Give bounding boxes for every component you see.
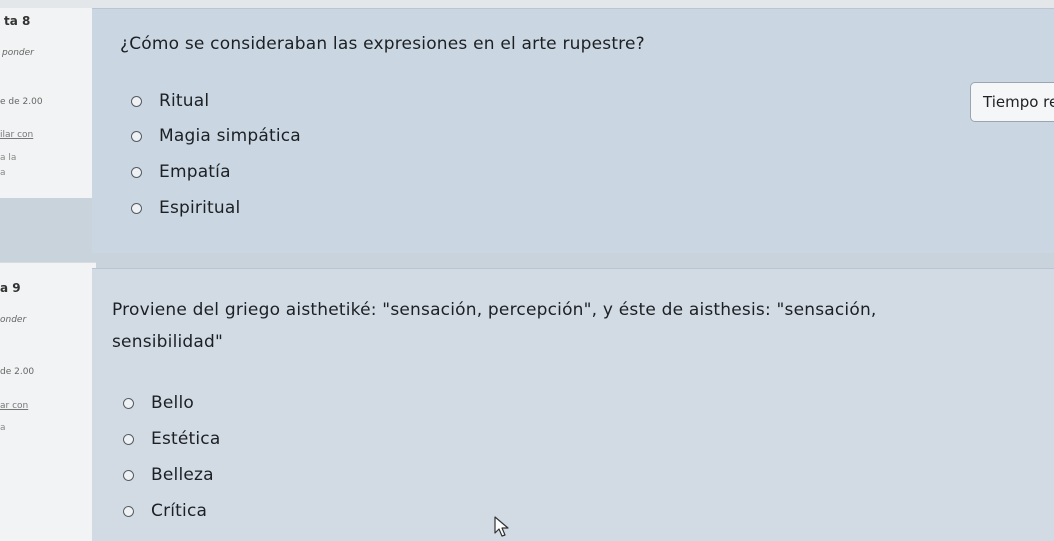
- mouse-pointer-icon: [494, 516, 509, 537]
- answer-option[interactable]: Ritual: [131, 89, 209, 113]
- question-info-text: a: [0, 168, 6, 178]
- question-9-info-panel: a 9 onder de 2.00 ar con a: [0, 262, 96, 541]
- question-status: onder: [0, 315, 27, 325]
- radio-unchecked-icon[interactable]: [123, 469, 134, 481]
- time-remaining-badge: Tiempo re: [970, 82, 1054, 122]
- answer-option[interactable]: Empatía: [131, 160, 231, 184]
- answer-option-label: Ritual: [159, 91, 210, 111]
- answer-option-label: Empatía: [159, 162, 231, 182]
- question-points: e de 2.00: [0, 97, 43, 107]
- answer-option-label: Belleza: [151, 465, 214, 485]
- flag-question-link[interactable]: ilar con: [0, 130, 33, 140]
- question-text-line-2: sensibilidad": [112, 332, 224, 352]
- answer-option-label: Bello: [151, 393, 194, 413]
- question-info-text: a: [0, 423, 6, 433]
- answer-option-label: Estética: [151, 429, 221, 449]
- answer-option[interactable]: Bello: [123, 391, 194, 415]
- question-text-line-1: Proviene del griego aisthetiké: "sensaci…: [112, 300, 877, 320]
- radio-unchecked-icon[interactable]: [123, 505, 134, 517]
- radio-unchecked-icon[interactable]: [131, 95, 142, 107]
- answer-option-label: Magia simpática: [159, 126, 301, 146]
- question-8-info-panel: ta 8 ponder e de 2.00 ilar con a la a: [0, 8, 96, 198]
- question-number: ta 8: [4, 14, 31, 28]
- answer-option[interactable]: Magia simpática: [131, 124, 301, 148]
- question-points: de 2.00: [0, 367, 35, 377]
- answer-option[interactable]: Espiritual: [131, 196, 240, 220]
- radio-unchecked-icon[interactable]: [131, 202, 142, 214]
- radio-unchecked-icon[interactable]: [131, 130, 142, 142]
- top-strip: [0, 0, 1054, 8]
- question-9-card: Proviene del griego aisthetiké: "sensaci…: [92, 268, 1054, 541]
- answer-option[interactable]: Crítica: [123, 499, 207, 523]
- radio-unchecked-icon[interactable]: [131, 166, 142, 178]
- answer-option-label: Espiritual: [159, 198, 241, 218]
- question-info-text: a la: [0, 153, 17, 163]
- answer-option-label: Crítica: [151, 501, 208, 521]
- radio-unchecked-icon[interactable]: [123, 397, 134, 409]
- question-8-card: ¿Cómo se consideraban las expresiones en…: [92, 8, 1054, 253]
- answer-option[interactable]: Estética: [123, 427, 220, 451]
- answer-option[interactable]: Belleza: [123, 463, 214, 487]
- question-number: a 9: [0, 281, 21, 295]
- flag-question-link[interactable]: ar con: [0, 401, 28, 411]
- radio-unchecked-icon[interactable]: [123, 433, 134, 445]
- question-text: ¿Cómo se consideraban las expresiones en…: [120, 34, 645, 54]
- question-status: ponder: [2, 48, 34, 58]
